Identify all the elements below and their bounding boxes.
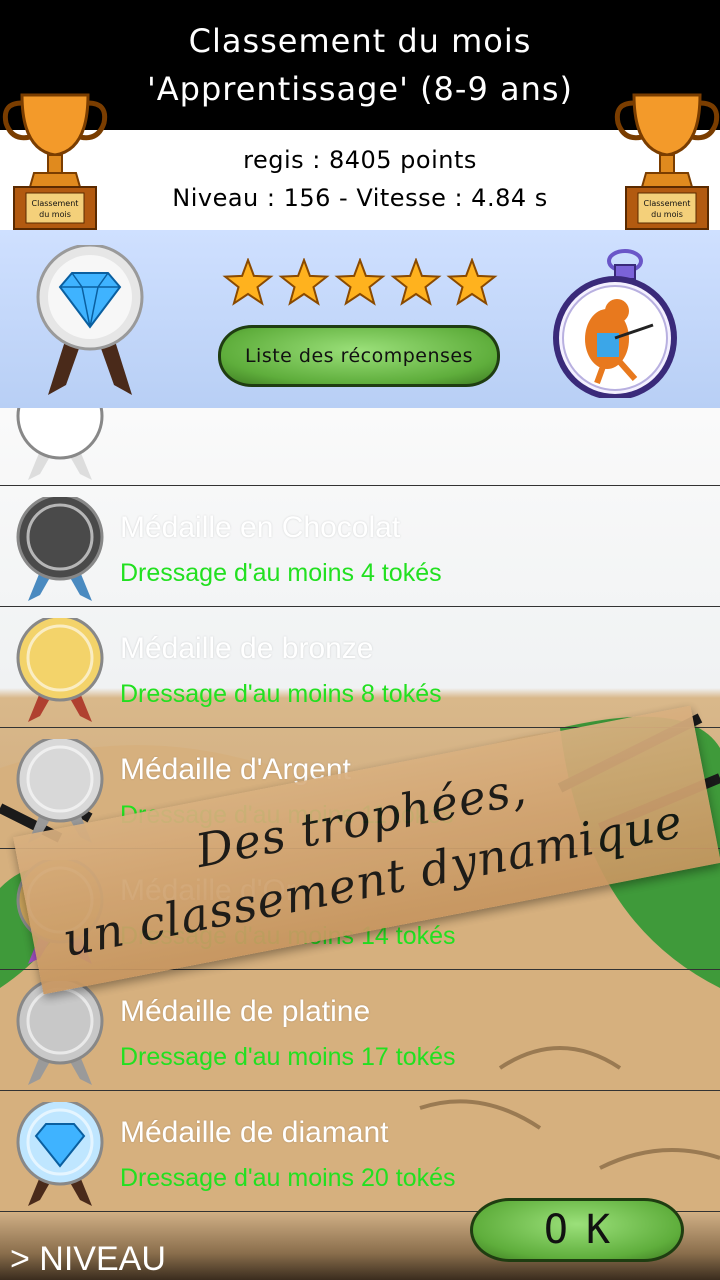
trophy-icon: Classement du mois: [614, 93, 720, 230]
trophy-label: du mois: [39, 210, 71, 219]
medal-row[interactable]: Médaille de bronze Dressage d'au moins 8 …: [0, 608, 720, 728]
medal-icon: [16, 497, 104, 601]
medal-icon: [16, 1102, 104, 1206]
niveau-link[interactable]: > NIVEAU: [10, 1240, 166, 1279]
medal-requirement: Dressage d'au moins 20 tokés: [120, 1164, 456, 1192]
stopwatch-dog-icon: [553, 249, 677, 398]
trophy-label: Classement: [644, 199, 691, 208]
star-icon: [446, 258, 498, 306]
medal-icon: [16, 981, 104, 1085]
medal-requirement: Dressage d'au moins 17 tokés: [120, 1043, 456, 1071]
medal-icon: [16, 408, 104, 480]
medal-row[interactable]: Médaille de platine Dressage d'au moins 1…: [0, 971, 720, 1091]
diamond-medal-icon: [36, 245, 144, 395]
star-icon: [334, 258, 386, 306]
medal-row[interactable]: Médaille de diamant Dressage d'au moins 2…: [0, 1092, 720, 1212]
medal-row[interactable]: Médaille en Chocolat Dressage d'au moins …: [0, 487, 720, 607]
medal-requirement: Dressage d'au moins 8 tokés: [120, 680, 442, 708]
medal-row[interactable]: Médaille de papier: [0, 408, 720, 486]
medal-title: Médaille de diamant: [120, 1116, 389, 1149]
star-icon: [390, 258, 442, 306]
medal-title: Médaille de platine: [120, 995, 371, 1028]
star-icon: [278, 258, 330, 306]
trophy-label: Classement: [32, 199, 79, 208]
rating-stars: [222, 258, 498, 306]
medal-title: Médaille de bronze: [120, 632, 374, 665]
ok-button[interactable]: OK: [470, 1198, 684, 1262]
medal-title: Médaille en Chocolat: [120, 511, 401, 544]
trophy-icon: Classement du mois: [2, 93, 108, 230]
star-icon: [222, 258, 274, 306]
rewards-list-button[interactable]: Liste des récompenses: [218, 325, 500, 387]
medal-requirement: Dressage d'au moins 4 tokés: [120, 559, 442, 587]
page-title-line1: Classement du mois: [188, 22, 532, 60]
medal-icon: [16, 618, 104, 722]
trophy-label: du mois: [651, 210, 683, 219]
